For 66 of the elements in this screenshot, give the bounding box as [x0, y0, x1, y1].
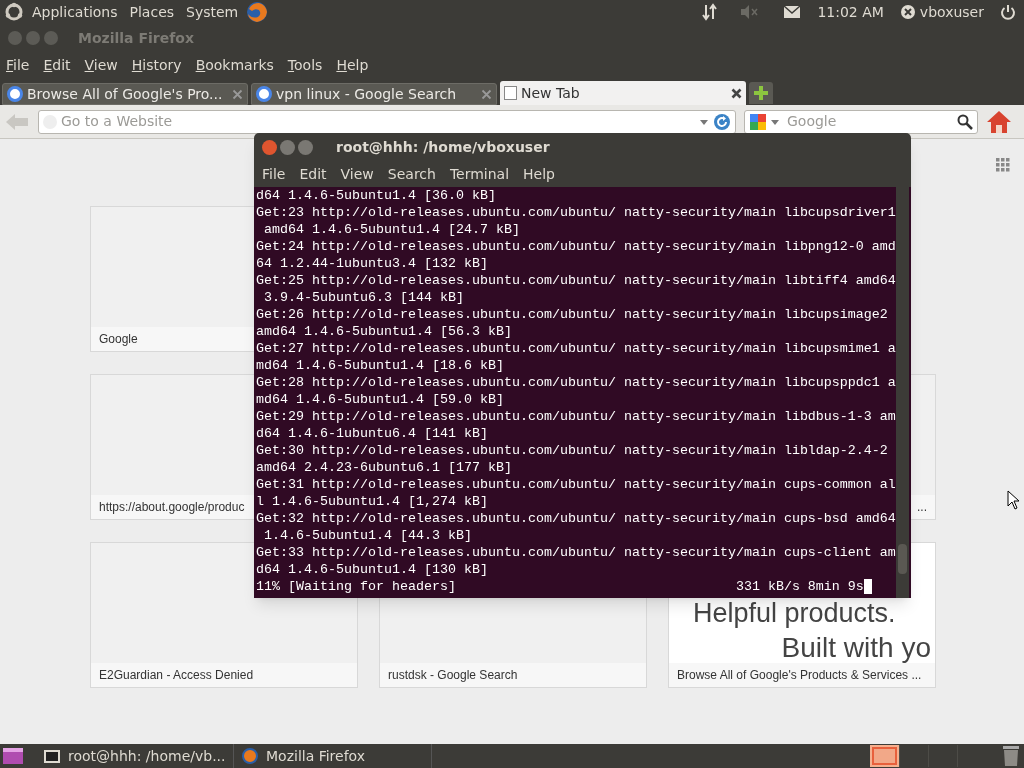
panel-menu[interactable]: Places [129, 1, 175, 23]
menu-item[interactable]: History [131, 55, 182, 76]
tile-title: ... [917, 499, 927, 516]
clock[interactable]: 11:02 AM [817, 1, 884, 23]
tile-title: E2Guardian - Access Denied [99, 667, 254, 684]
menu-item[interactable]: File [6, 55, 30, 76]
dropdown-caret-icon[interactable] [699, 117, 709, 126]
dropdown-caret-icon[interactable] [771, 117, 779, 126]
reload-icon[interactable] [713, 112, 731, 131]
new-tab-button[interactable] [749, 82, 773, 104]
window-title: root@hhh: /home/vboxuser [336, 137, 550, 157]
close-tab-icon[interactable] [731, 87, 742, 99]
tab-title: vpn linux - Google Search [276, 84, 458, 104]
menu-item[interactable]: Edit [299, 163, 327, 185]
close-button[interactable] [262, 139, 277, 155]
network-arrows-icon[interactable] [701, 3, 720, 21]
google-g-icon[interactable] [749, 112, 767, 131]
home-icon[interactable] [986, 109, 1012, 134]
tile-title: Browse All of Google's Products & Services ... [677, 667, 922, 684]
ubuntu-logo-icon[interactable] [4, 2, 24, 22]
menu-item[interactable]: View [340, 163, 374, 185]
taskbar-button[interactable]: Mozilla Firefox [234, 744, 432, 768]
cursor-block [863, 579, 872, 594]
minimize-button[interactable] [280, 139, 295, 155]
maximize-button[interactable] [298, 139, 313, 155]
menu-item[interactable]: Help [523, 163, 555, 185]
tab-title: Browse All of Google's Pro... [27, 84, 224, 104]
menu-item[interactable]: Bookmarks [195, 55, 274, 76]
taskbar-button[interactable]: root@hhh: /home/vb... [36, 744, 234, 768]
menu-item[interactable]: Tools [287, 55, 323, 76]
search-icon[interactable] [957, 113, 973, 130]
menu-item[interactable]: Help [336, 55, 369, 76]
show-desktop-icon[interactable] [2, 746, 24, 766]
thumbnail-heading: Built with yo [781, 634, 931, 662]
thumbnail-heading: Helpful products. [693, 600, 896, 627]
firefox-icon [242, 748, 258, 764]
page-icon [504, 86, 517, 100]
user-name[interactable]: vboxuser [919, 1, 984, 23]
tile-title: rustdsk - Google Search [388, 667, 518, 684]
browser-tab[interactable]: Browse All of Google's Pro... [2, 83, 248, 105]
envelope-icon[interactable] [783, 5, 802, 19]
trash-icon[interactable] [1002, 745, 1020, 767]
tab-title: New Tab [521, 83, 581, 103]
firefox-icon[interactable] [246, 1, 269, 23]
scrollbar[interactable] [896, 187, 909, 598]
google-favicon-icon [7, 86, 23, 102]
tile-title: https://about.google/produc [99, 499, 245, 516]
muted-speaker-icon[interactable] [739, 4, 760, 20]
browser-tab[interactable]: vpn linux - Google Search [251, 83, 497, 105]
tile-title: Google [99, 331, 138, 348]
browser-tab[interactable]: New Tab [500, 81, 746, 105]
menu-item[interactable]: Edit [43, 55, 71, 76]
workspace-switcher[interactable] [870, 745, 899, 767]
menu-item[interactable]: File [262, 163, 286, 185]
menu-item[interactable]: Search [387, 163, 436, 185]
power-icon[interactable] [1000, 4, 1016, 20]
terminal-icon [44, 749, 60, 763]
menu-item[interactable]: View [84, 55, 118, 76]
google-favicon-icon [256, 86, 272, 102]
user-status-icon[interactable] [899, 4, 916, 20]
menu-item[interactable]: Terminal [449, 163, 510, 185]
grid-icon[interactable] [996, 158, 1010, 172]
window-title: Mozilla Firefox [78, 28, 194, 48]
panel-menu[interactable]: System [186, 1, 239, 23]
mouse-pointer-icon [1007, 490, 1020, 510]
panel-menu[interactable]: Applications [32, 1, 118, 23]
